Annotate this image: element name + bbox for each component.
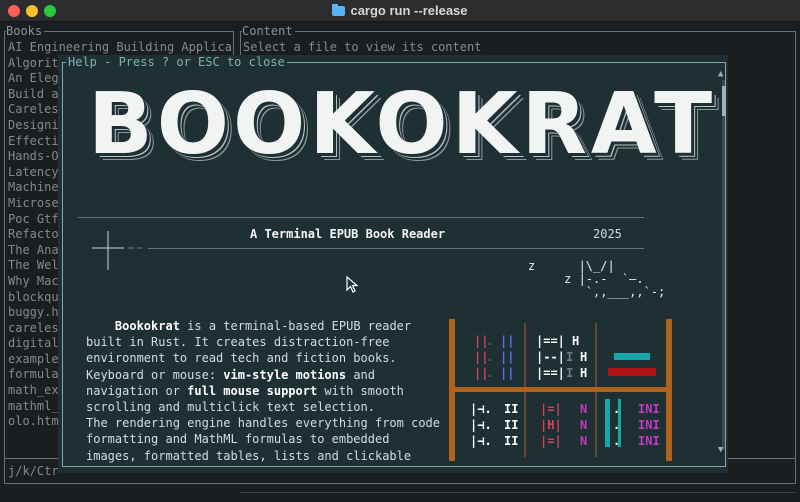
svg-text:|=|: |=| <box>540 402 562 416</box>
svg-text:|=|: |=| <box>540 434 562 448</box>
svg-text:II: II <box>504 402 518 416</box>
scroll-down-arrow-icon[interactable]: ▼ <box>718 445 723 455</box>
app-name: Bookokrat <box>114 319 180 333</box>
books-pane-title: Books <box>6 24 45 38</box>
svg-text:II: II <box>504 418 518 432</box>
svg-text:|H|: |H| <box>540 418 562 432</box>
logo-divider-bottom <box>148 248 644 249</box>
window-title-text: cargo run --release <box>350 3 468 18</box>
svg-text:INI: INI <box>638 402 660 416</box>
svg-text:.: . <box>486 350 493 364</box>
bottom-divider <box>240 492 796 493</box>
help-description: Bookokrat is a terminal-based EPUB reade… <box>86 318 446 464</box>
help-scrollbar-thumb[interactable] <box>722 86 726 116</box>
svg-text:.: . <box>486 334 493 348</box>
svg-text:||: || <box>500 366 514 380</box>
svg-text:N: N <box>580 418 587 432</box>
bookshelf-icon: ||. || ||. || ||. || |==| H |--| I H |==| I H |⊣… <box>449 319 672 461</box>
svg-text:|==|: |==| <box>536 366 565 380</box>
desc-mouse: full mouse support <box>187 383 318 398</box>
svg-text:I: I <box>566 366 573 380</box>
svg-text:H: H <box>580 350 587 364</box>
help-modal-title: Help - Press ? or ESC to close <box>66 55 287 69</box>
desc-part-4: The rendering engine handles everything … <box>86 416 441 463</box>
desc-vim: vim-style motions <box>223 367 347 382</box>
svg-text:.: . <box>486 366 493 380</box>
help-modal[interactable]: Help - Press ? or ESC to close ▲ ▼ BOOKO… <box>58 55 728 473</box>
mouse-cursor-icon <box>346 276 358 293</box>
scroll-up-arrow-icon[interactable]: ▲ <box>718 69 723 79</box>
svg-text:|⊣.: |⊣. <box>470 418 492 432</box>
svg-text:|⊣.: |⊣. <box>470 434 492 448</box>
status-hint: j/k/Ctr <box>8 464 59 478</box>
svg-text:I: I <box>566 350 573 364</box>
svg-text:II: II <box>504 434 518 448</box>
title-bar: cargo run --release <box>0 0 800 22</box>
svg-text:INI: INI <box>638 418 660 432</box>
svg-text:|--|: |--| <box>536 350 565 364</box>
logo-divider-top <box>78 217 644 218</box>
book-list-item[interactable]: AI Engineering Building Applica <box>8 40 232 56</box>
svg-text:N: N <box>580 434 587 448</box>
svg-text:H: H <box>572 334 579 348</box>
svg-text:|==|: |==| <box>536 334 565 348</box>
help-subtitle: A Terminal EPUB Book Reader <box>250 227 446 241</box>
bookokrat-logo: BOOKOKRAT <box>88 75 717 174</box>
window-title: cargo run --release <box>0 3 800 18</box>
svg-text:INI: INI <box>638 434 660 448</box>
help-year: 2025 <box>593 227 622 241</box>
ascii-cat: z |\_/| z |-.- `—. `,,___,,`-; <box>528 259 666 299</box>
crosshair-icon <box>92 231 142 270</box>
svg-text:N: N <box>580 402 587 416</box>
svg-text:|⊣.: |⊣. <box>470 402 492 416</box>
content-placeholder: Select a file to view its content <box>243 40 482 54</box>
help-scrollbar-track[interactable] <box>722 80 725 450</box>
svg-text:||: || <box>500 334 514 348</box>
folder-icon <box>332 4 346 16</box>
content-pane-title: Content <box>242 24 295 38</box>
svg-text:H: H <box>580 366 587 380</box>
svg-text:||: || <box>500 350 514 364</box>
